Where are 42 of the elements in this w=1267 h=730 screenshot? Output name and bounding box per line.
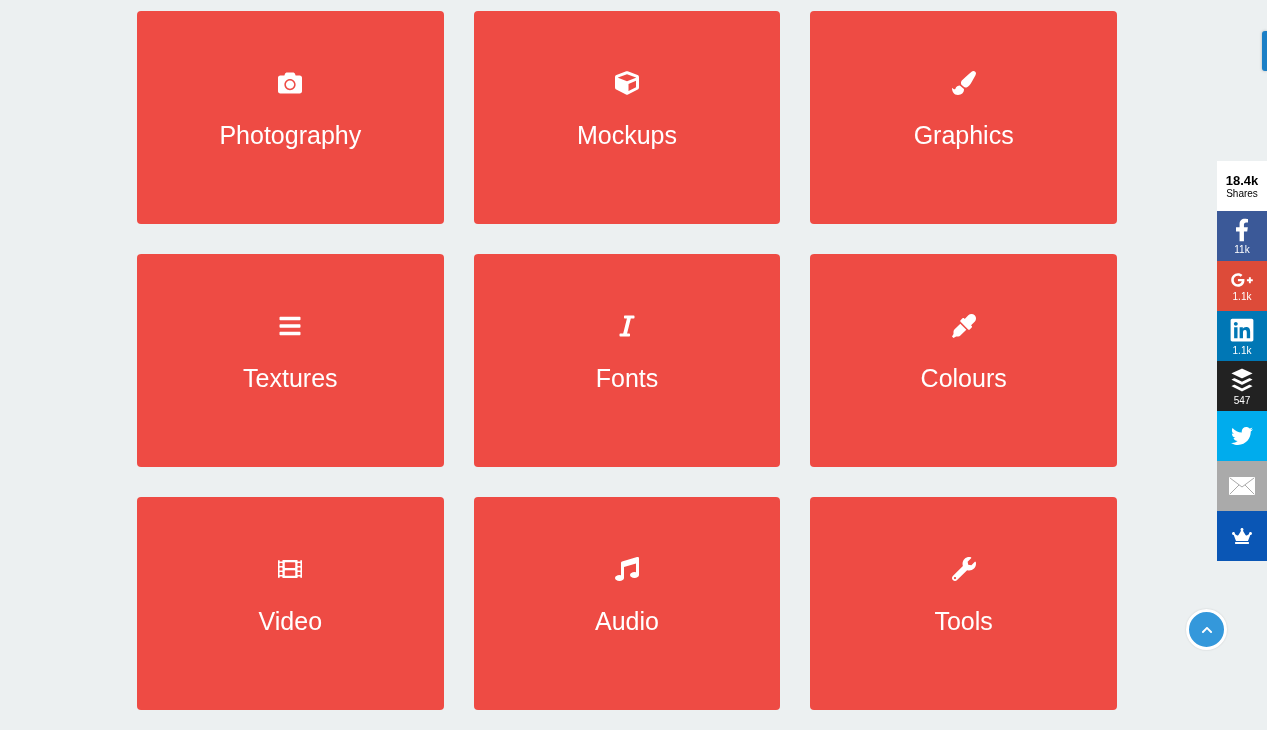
three-lines-icon (277, 314, 304, 338)
stacked-layers-icon (1229, 367, 1255, 393)
category-card[interactable]: Photography (137, 11, 444, 224)
share-total: 18.4k (1225, 172, 1259, 188)
share-button[interactable]: 1.1k (1217, 261, 1267, 311)
share-button[interactable]: 1.1k (1217, 311, 1267, 361)
category-card[interactable]: Tools (810, 497, 1117, 710)
wrench-icon (950, 557, 977, 581)
eyedropper-icon (950, 314, 977, 338)
paintbrush-icon (950, 71, 977, 95)
scroll-to-top-button[interactable] (1186, 609, 1227, 650)
category-card[interactable]: Video (137, 497, 444, 710)
shares-label: Shares (1226, 187, 1258, 200)
category-title: Photography (219, 120, 362, 150)
category-card[interactable]: Graphics (810, 11, 1117, 224)
side-tab[interactable] (1262, 31, 1267, 71)
category-title: Fonts (595, 363, 659, 393)
twitter-icon (1229, 425, 1255, 447)
category-card[interactable]: Colours (810, 254, 1117, 467)
camera-icon (277, 71, 304, 95)
category-title: Graphics (913, 120, 1014, 150)
category-card[interactable]: Textures (137, 254, 444, 467)
category-title: Tools (934, 606, 993, 636)
category-title: Colours (920, 363, 1007, 393)
category-title: Textures (243, 363, 338, 393)
share-button[interactable] (1217, 511, 1267, 561)
linkedin-icon (1229, 317, 1255, 343)
category-title: Audio (595, 606, 659, 636)
category-title: Video (258, 606, 323, 636)
crown-icon (1230, 528, 1254, 544)
category-card[interactable]: Fonts (473, 254, 781, 467)
music-note-icon (614, 557, 640, 581)
google-plus-icon (1229, 271, 1255, 289)
film-icon (277, 557, 304, 581)
cube-icon (614, 71, 640, 95)
share-button[interactable]: 11k (1217, 211, 1267, 261)
category-card[interactable]: Mockups (473, 11, 781, 224)
facebook-icon (1235, 218, 1249, 242)
category-card[interactable]: Audio (473, 497, 781, 710)
category-title: Mockups (576, 120, 677, 150)
envelope-icon (1229, 477, 1255, 495)
share-button[interactable]: 547 (1217, 361, 1267, 411)
